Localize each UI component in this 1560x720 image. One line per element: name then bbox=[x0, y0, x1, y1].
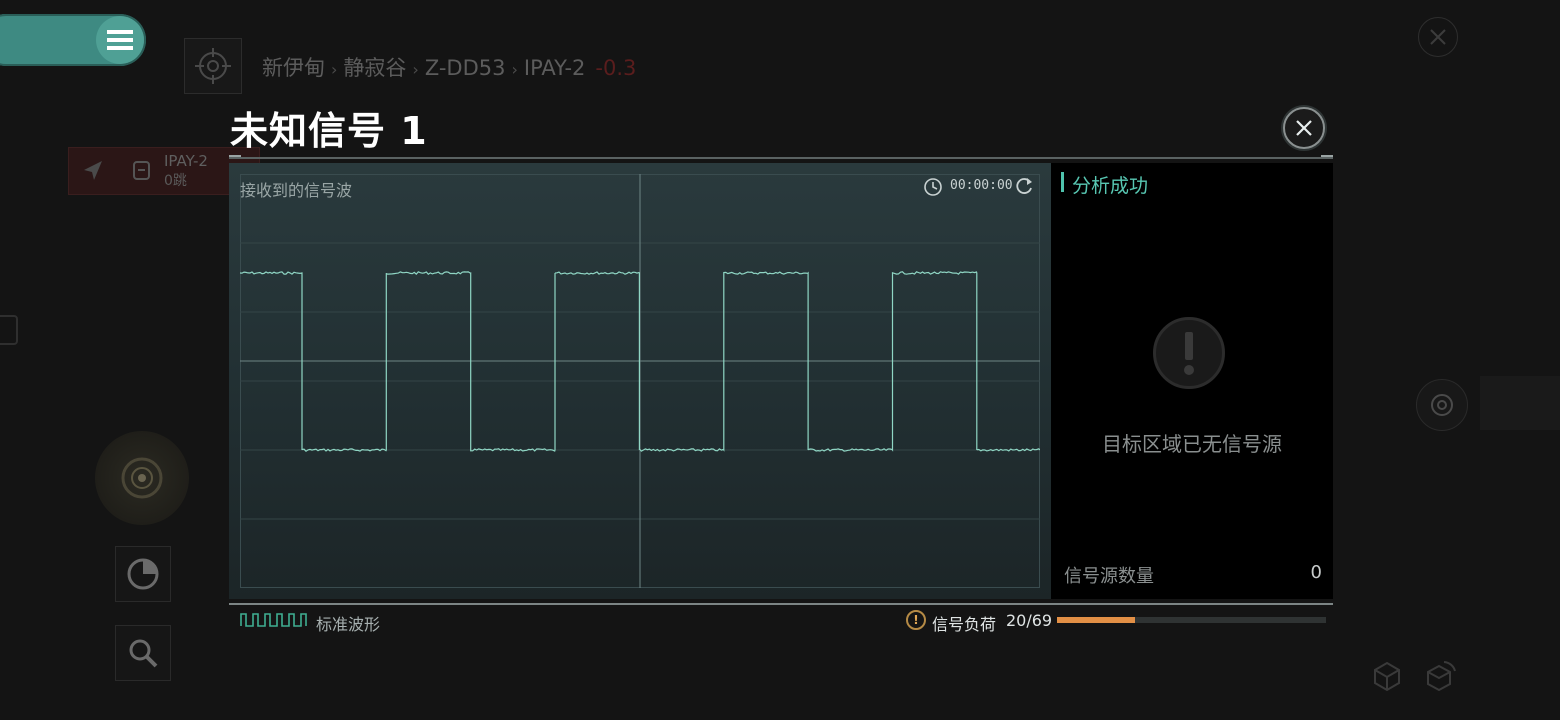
side-toggle[interactable] bbox=[0, 315, 18, 345]
menu-button[interactable] bbox=[96, 16, 144, 64]
background-close-button[interactable] bbox=[1418, 17, 1458, 57]
breadcrumb: 新伊甸 › 静寂谷 › Z-DD53 › IPAY-2 -0.3 bbox=[262, 52, 636, 82]
pie-chart-icon bbox=[127, 558, 159, 590]
chevron-right-icon: › bbox=[412, 60, 419, 79]
cube-icon bbox=[1374, 661, 1400, 692]
radar-icon bbox=[121, 457, 163, 499]
chevron-right-icon: › bbox=[331, 60, 338, 79]
waypoint-icon bbox=[133, 161, 150, 180]
search-icon bbox=[129, 639, 158, 668]
scan-dial-button[interactable] bbox=[1416, 379, 1468, 431]
security-status: -0.3 bbox=[595, 56, 637, 80]
menu-icon bbox=[107, 30, 133, 50]
no-signal-message: 目标区域已无信号源 bbox=[1102, 432, 1282, 456]
scope-label: 接收到的信号波 bbox=[240, 181, 353, 200]
navigation-arrow-icon bbox=[84, 161, 102, 180]
signal-load-fill bbox=[1057, 617, 1135, 623]
right-panel-strip bbox=[1480, 376, 1560, 430]
scan-icon bbox=[1431, 394, 1453, 416]
cube-rotate-icon bbox=[1427, 661, 1456, 692]
target-button[interactable] bbox=[184, 38, 242, 94]
breadcrumb-region[interactable]: 新伊甸 bbox=[262, 56, 325, 80]
cube-button-1[interactable] bbox=[1367, 656, 1407, 696]
analysis-status: 分析成功 bbox=[1072, 175, 1149, 197]
alert-icon: ! bbox=[906, 610, 926, 630]
search-button[interactable] bbox=[115, 625, 171, 681]
waveform-plot bbox=[240, 174, 1040, 588]
chevron-right-icon: › bbox=[511, 60, 518, 79]
signal-load-value: 20/69 bbox=[1006, 611, 1053, 630]
warning-icon bbox=[1153, 317, 1225, 389]
signal-count-value: 0 bbox=[1310, 562, 1322, 583]
close-icon bbox=[1296, 120, 1312, 136]
refresh-icon[interactable] bbox=[1013, 175, 1035, 197]
cube-button-2[interactable] bbox=[1421, 656, 1461, 696]
waveform-type-label: 标准波形 bbox=[316, 615, 381, 634]
route-jumps: 0跳 bbox=[164, 173, 187, 189]
modal-top-divider bbox=[229, 157, 1333, 159]
modal-title: 未知信号 1 bbox=[230, 109, 428, 153]
modal-close-button[interactable] bbox=[1283, 107, 1325, 149]
breadcrumb-system[interactable]: Z-DD53 bbox=[425, 56, 506, 80]
radar-knob[interactable] bbox=[95, 431, 189, 525]
breadcrumb-location[interactable]: IPAY-2 bbox=[524, 56, 586, 80]
divider-cap bbox=[229, 155, 241, 157]
modal-bottom-divider bbox=[229, 603, 1333, 605]
chart-button[interactable] bbox=[115, 546, 171, 602]
crosshair-icon bbox=[195, 48, 231, 84]
close-icon bbox=[1430, 29, 1446, 45]
divider-cap bbox=[1321, 155, 1333, 157]
signal-count-label: 信号源数量 bbox=[1064, 566, 1154, 587]
route-destination: IPAY-2 bbox=[164, 152, 208, 170]
scope-timer: 00:00:00 bbox=[950, 178, 1013, 193]
breadcrumb-constellation[interactable]: 静寂谷 bbox=[343, 56, 406, 80]
analysis-accent-bar bbox=[1061, 172, 1064, 192]
signal-load-bar bbox=[1057, 617, 1326, 623]
clock-icon bbox=[924, 178, 942, 196]
signal-load-label: 信号负荷 bbox=[932, 615, 997, 634]
square-wave-icon bbox=[240, 613, 307, 627]
